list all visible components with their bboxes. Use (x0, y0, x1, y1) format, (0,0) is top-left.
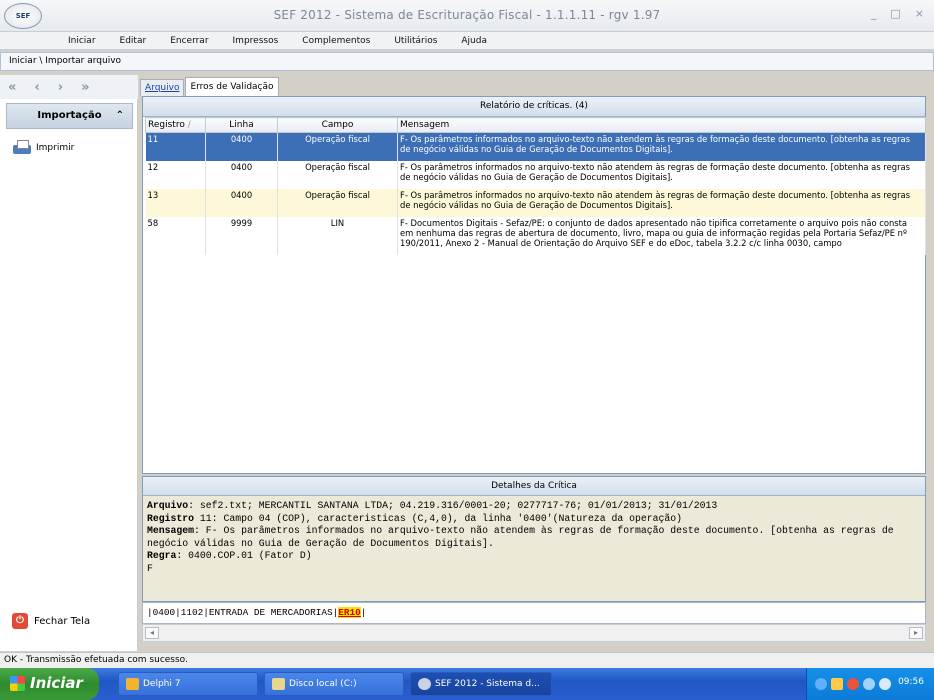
menu-encerrar[interactable]: Encerrar (158, 36, 220, 46)
scroll-right-icon[interactable]: ▸ (909, 627, 923, 639)
first-icon[interactable]: « (8, 80, 16, 95)
menu-ajuda[interactable]: Ajuda (449, 36, 499, 46)
details-mensagem: Mensagem: F- Os parâmetros informados no… (147, 525, 894, 549)
start-button[interactable]: Iniciar (0, 668, 99, 700)
raw-record-error-field: ER10 (338, 607, 361, 618)
clock: 09:56 (898, 677, 924, 687)
breadcrumb: Iniciar \ Importar arquivo (0, 52, 934, 71)
tray-volume-icon[interactable] (879, 678, 891, 690)
cell-linha: 0400 (205, 160, 278, 189)
taskbar-item-sef[interactable]: SEF 2012 - Sistema d... (410, 672, 552, 696)
report-panel: Relatório de críticas. (4) Registro / Li… (142, 96, 926, 474)
sidebar-header[interactable]: Importação ⌃ (6, 103, 133, 129)
scroll-left-icon[interactable]: ◂ (145, 627, 159, 639)
windows-flag-icon (10, 676, 25, 691)
cell-campo: Operação fiscal (277, 188, 398, 217)
close-screen-button[interactable]: ⏻ Fechar Tela (6, 604, 128, 638)
details-regra: Regra: 0400.COP.01 (Fator D) (147, 550, 312, 561)
cell-campo: Operação fiscal (277, 160, 398, 189)
menu-complementos[interactable]: Complementos (290, 36, 382, 46)
start-button-label: Iniciar (30, 674, 83, 692)
sidebar-item-imprimir[interactable]: Imprimir (12, 139, 137, 157)
taskbar-item-label: Delphi 7 (143, 679, 181, 689)
cell-registro: 13 (145, 188, 206, 217)
tray-app-icon[interactable] (831, 678, 843, 690)
details-title: Detalhes da Crítica (143, 477, 925, 496)
column-header-campo[interactable]: Campo (277, 117, 398, 133)
cell-campo: LIN (277, 216, 398, 255)
cell-linha: 9999 (205, 216, 278, 255)
tab-arquivo[interactable]: Arquivo (140, 79, 185, 96)
cell-mensagem: F- Os parâmetros informados no arquivo-t… (397, 132, 926, 161)
column-header-registro[interactable]: Registro / (145, 117, 206, 133)
taskbar: Iniciar Delphi 7 Disco local (C:) SEF 20… (0, 668, 934, 700)
raw-record-line: |0400|1102|ENTRADA DE MERCADORIAS|ER10| (142, 602, 926, 624)
raw-record-end: | (360, 607, 367, 618)
cell-campo: Operação fiscal (277, 132, 398, 161)
tray-antivirus-icon[interactable] (847, 678, 859, 690)
sort-indicator: / (187, 120, 191, 130)
cell-linha: 0400 (205, 188, 278, 217)
collapse-icon[interactable]: ⌃ (116, 104, 124, 128)
taskbar-item-delphi[interactable]: Delphi 7 (118, 672, 258, 696)
sidebar-header-label: Importação (37, 110, 102, 121)
close-screen-label: Fechar Tela (34, 615, 91, 627)
folder-icon (272, 678, 285, 690)
sidebar: Importação ⌃ Imprimir ⏻ Fechar Tela (0, 99, 138, 651)
taskbar-item-label: SEF 2012 - Sistema d... (435, 679, 540, 689)
menu-impressos[interactable]: Impressos (221, 36, 291, 46)
report-title: Relatório de críticas. (4) (143, 97, 925, 117)
next-icon[interactable]: › (58, 80, 63, 95)
details-body: Arquivo: sef2.txt; MERCANTIL SANTANA LTD… (143, 496, 925, 575)
tab-erros-de-validacao[interactable]: Erros de Validação (185, 77, 279, 96)
close-window-button[interactable]: × (915, 7, 924, 20)
window-controls: _ □ × (871, 7, 924, 20)
tray-arrow-icon[interactable] (815, 678, 827, 690)
details-registro: Registro 11: Campo 04 (COP), caracterist… (147, 512, 683, 524)
cell-linha: 0400 (205, 132, 278, 161)
raw-record-text: |0400|1102|ENTRADA DE MERCADORIAS| (147, 607, 339, 618)
menu-editar[interactable]: Editar (108, 36, 159, 46)
menu-iniciar[interactable]: Iniciar (56, 36, 108, 46)
minimize-button[interactable]: _ (871, 7, 877, 20)
table-row[interactable]: 58 9999 LIN F- Documentos Digitais - Sef… (145, 216, 926, 255)
details-fator: F (147, 562, 153, 574)
tab-strip: Arquivo Erros de Validação (140, 76, 280, 96)
menu-bar: Iniciar Editar Encerrar Impressos Comple… (0, 32, 934, 50)
table-row[interactable]: 12 0400 Operação fiscal F- Os parâmetros… (145, 160, 926, 189)
title-bar: SEF SEF 2012 - Sistema de Escrituração F… (0, 0, 934, 32)
cell-mensagem: F- Documentos Digitais - Sefaz/PE: o con… (397, 216, 926, 255)
table-row[interactable]: 13 0400 Operação fiscal F- Os parâmetros… (145, 188, 926, 217)
cell-registro: 12 (145, 160, 206, 189)
cell-registro: 11 (145, 132, 206, 161)
menu-utilitarios[interactable]: Utilitários (382, 36, 449, 46)
maximize-button[interactable]: □ (890, 7, 900, 20)
column-header-linha[interactable]: Linha (205, 117, 278, 133)
cell-registro: 58 (145, 216, 206, 255)
cell-mensagem: F- Os parâmetros informados no arquivo-t… (397, 160, 926, 189)
power-icon: ⏻ (12, 613, 28, 629)
column-header-mensagem[interactable]: Mensagem (397, 117, 926, 133)
printer-icon (12, 139, 32, 157)
horizontal-scrollbar[interactable]: ◂ ▸ (142, 624, 926, 642)
last-icon[interactable]: » (81, 80, 89, 95)
delphi-icon (126, 678, 139, 690)
details-panel: Detalhes da Crítica Arquivo: sef2.txt; M… (142, 476, 926, 602)
table-row[interactable]: 11 0400 Operação fiscal F- Os parâmetros… (145, 132, 926, 161)
taskbar-item-disco-local[interactable]: Disco local (C:) (264, 672, 404, 696)
window-title: SEF 2012 - Sistema de Escrituração Fisca… (273, 8, 661, 22)
sidebar-item-label: Imprimir (36, 143, 75, 153)
details-arquivo: Arquivo: sef2.txt; MERCANTIL SANTANA LTD… (147, 500, 718, 511)
system-tray: 09:56 (806, 668, 934, 700)
critics-table: Registro / Linha Campo Mensagem 11 0400 … (145, 117, 926, 255)
status-bar: OK - Transmissão efetuada com sucesso. (0, 652, 934, 668)
taskbar-item-label: Disco local (C:) (289, 679, 357, 689)
previous-icon[interactable]: ‹ (34, 80, 39, 95)
navigation-bar: « ‹ › » (0, 75, 138, 99)
tray-network-icon[interactable] (863, 678, 875, 690)
cell-mensagem: F- Os parâmetros informados no arquivo-t… (397, 188, 926, 217)
sef-icon (418, 678, 431, 690)
